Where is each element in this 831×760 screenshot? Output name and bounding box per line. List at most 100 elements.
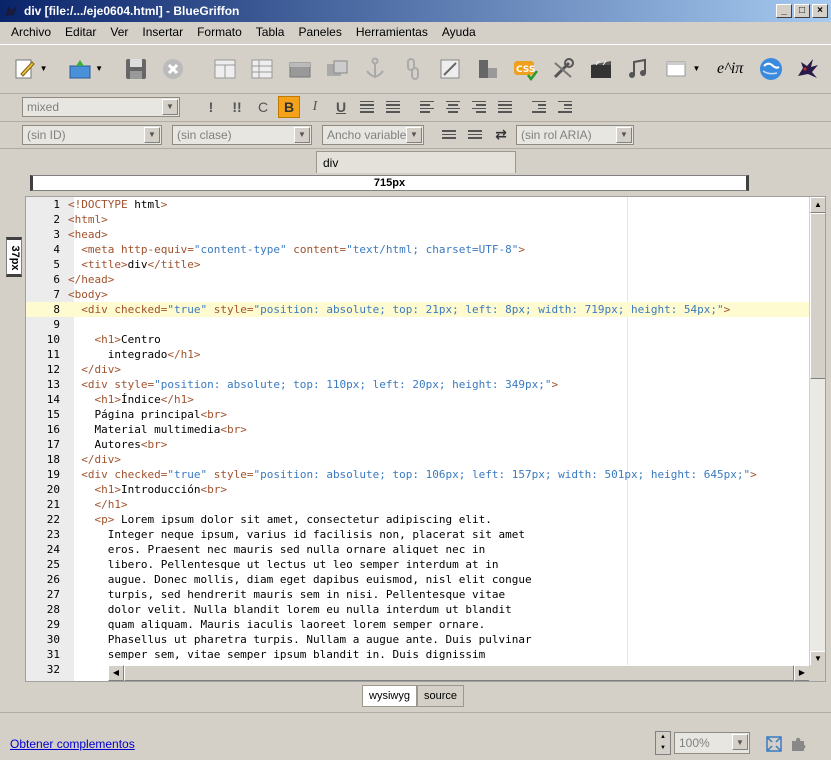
code-line[interactable]: 12 </div> bbox=[26, 362, 810, 377]
code-line[interactable]: 18 </div> bbox=[26, 452, 810, 467]
list-style-icon[interactable] bbox=[438, 124, 460, 146]
strong-button[interactable]: ! bbox=[200, 96, 222, 118]
edit-image-icon[interactable] bbox=[435, 54, 465, 84]
menu-tabla[interactable]: Tabla bbox=[249, 25, 292, 39]
math-icon[interactable]: e^iπ bbox=[712, 54, 747, 84]
get-addons-link[interactable]: Obtener complementos bbox=[10, 737, 135, 751]
code-line[interactable]: 26 augue. Donec mollis, diam eget dapibu… bbox=[26, 572, 810, 587]
class-select[interactable]: (sin clase) ▼ bbox=[172, 124, 312, 145]
griffon-icon[interactable] bbox=[793, 54, 823, 84]
code-line[interactable]: 15 Página principal<br> bbox=[26, 407, 810, 422]
source-editor[interactable]: 1 <!DOCTYPE html> 2 <html> 3 <head> 4 <meta ht… bbox=[25, 196, 826, 682]
link-icon[interactable] bbox=[398, 54, 428, 84]
code-line[interactable]: 30 Phasellus ut pharetra turpis. Nullam … bbox=[26, 632, 810, 647]
menu-editar[interactable]: Editar bbox=[58, 25, 103, 39]
fullscreen-icon[interactable] bbox=[765, 735, 783, 753]
tools-icon[interactable] bbox=[548, 54, 578, 84]
align-center-icon[interactable] bbox=[442, 96, 464, 118]
table-icon[interactable] bbox=[210, 54, 240, 84]
code-line[interactable]: 14 <h1>Índice</h1> bbox=[26, 392, 810, 407]
new-document-icon[interactable] bbox=[10, 54, 40, 84]
minimize-button[interactable]: _ bbox=[776, 4, 792, 18]
code-line[interactable]: 4 <meta http-equiv="content-type" conten… bbox=[26, 242, 810, 257]
indent-icon[interactable] bbox=[528, 96, 550, 118]
save-icon[interactable] bbox=[121, 54, 151, 84]
table-alt-icon[interactable] bbox=[248, 54, 278, 84]
code-line[interactable]: 23 Integer neque ipsum, varius id facili… bbox=[26, 527, 810, 542]
code-line[interactable]: 3 <head> bbox=[26, 227, 810, 242]
menu-archivo[interactable]: Archivo bbox=[4, 25, 58, 39]
code-line[interactable]: 10 <h1>Centro bbox=[26, 332, 810, 347]
align-justify-icon[interactable] bbox=[494, 96, 516, 118]
code-line[interactable]: 20 <h1>Introducción<br> bbox=[26, 482, 810, 497]
scroll-up-icon[interactable]: ▲ bbox=[810, 197, 825, 213]
anchor-icon[interactable] bbox=[360, 54, 390, 84]
code-line[interactable]: 6 </head> bbox=[26, 272, 810, 287]
code-button[interactable]: C bbox=[252, 96, 274, 118]
bullet-list-icon[interactable] bbox=[356, 96, 378, 118]
image-icon[interactable] bbox=[285, 54, 315, 84]
align-right-icon[interactable] bbox=[468, 96, 490, 118]
zoom-stepper[interactable]: ▲ ▼ bbox=[655, 731, 671, 755]
menu-paneles[interactable]: Paneles bbox=[291, 25, 348, 39]
code-area[interactable]: 1 <!DOCTYPE html> 2 <html> 3 <head> 4 <meta ht… bbox=[26, 197, 810, 681]
width-select[interactable]: Ancho variable ▼ bbox=[322, 124, 424, 145]
globe-icon[interactable] bbox=[756, 54, 786, 84]
code-line[interactable]: 27 turpis, sed hendrerit mauris sem in n… bbox=[26, 587, 810, 602]
puzzle-icon[interactable] bbox=[789, 735, 807, 753]
code-line[interactable]: 31 semper sem, vitae semper ipsum blandi… bbox=[26, 647, 810, 662]
code-line[interactable]: 16 Material multimedia<br> bbox=[26, 422, 810, 437]
vertical-scroll-thumb[interactable] bbox=[810, 213, 825, 379]
stop-icon[interactable] bbox=[159, 54, 189, 84]
code-line[interactable]: 11 integrado</h1> bbox=[26, 347, 810, 362]
swap-position-icon[interactable]: ⇄ bbox=[490, 124, 512, 146]
horizontal-scrollbar[interactable]: ◀ ▶ bbox=[108, 665, 810, 681]
list-style-alt-icon[interactable] bbox=[464, 124, 486, 146]
underline-button[interactable]: U bbox=[330, 96, 352, 118]
menu-formato[interactable]: Formato bbox=[190, 25, 249, 39]
form-icon[interactable] bbox=[323, 54, 353, 84]
code-line[interactable]: 9 bbox=[26, 317, 810, 332]
code-line[interactable]: 28 dolor velit. Nulla blandit lorem eu n… bbox=[26, 602, 810, 617]
scroll-left-icon[interactable]: ◀ bbox=[108, 665, 124, 681]
menu-ver[interactable]: Ver bbox=[103, 25, 135, 39]
tab-div[interactable]: div bbox=[316, 151, 516, 173]
close-button[interactable]: × bbox=[812, 4, 828, 18]
italic-button[interactable]: I bbox=[304, 96, 326, 118]
code-line[interactable]: 1 <!DOCTYPE html> bbox=[26, 197, 810, 212]
scroll-right-icon[interactable]: ▶ bbox=[794, 665, 810, 681]
css-icon[interactable]: CSS bbox=[511, 54, 541, 84]
code-line[interactable]: 22 <p> Lorem ipsum dolor sit amet, conse… bbox=[26, 512, 810, 527]
code-line[interactable]: 13 <div style="position: absolute; top: … bbox=[26, 377, 810, 392]
horizontal-scroll-thumb[interactable] bbox=[124, 665, 794, 681]
open-document-icon[interactable] bbox=[66, 54, 96, 84]
code-line[interactable]: 5 <title>div</title> bbox=[26, 257, 810, 272]
paragraph-format-select[interactable]: mixed ▼ bbox=[22, 96, 180, 117]
code-line[interactable]: 7 <body> bbox=[26, 287, 810, 302]
emphasis-button[interactable]: !! bbox=[226, 96, 248, 118]
code-line[interactable]: 25 libero. Pellentesque ut lectus ut leo… bbox=[26, 557, 810, 572]
align-left-icon[interactable] bbox=[416, 96, 438, 118]
aria-role-select[interactable]: (sin rol ARIA) ▼ bbox=[516, 124, 634, 145]
vertical-scrollbar[interactable]: ▲ ▼ bbox=[809, 197, 825, 667]
maximize-button[interactable]: □ bbox=[794, 4, 810, 18]
code-line[interactable]: 29 quam aliquam. Mauris iaculis laoreet … bbox=[26, 617, 810, 632]
code-line[interactable]: 21 </h1> bbox=[26, 497, 810, 512]
code-line[interactable]: 2 <html> bbox=[26, 212, 810, 227]
blocks-icon[interactable] bbox=[473, 54, 503, 84]
numbered-list-icon[interactable] bbox=[382, 96, 404, 118]
window-icon[interactable] bbox=[661, 54, 691, 84]
menu-ayuda[interactable]: Ayuda bbox=[435, 25, 483, 39]
code-line[interactable]: 24 eros. Praesent nec mauris sed nulla o… bbox=[26, 542, 810, 557]
wysiwyg-mode-button[interactable]: wysiwyg bbox=[362, 685, 417, 707]
outdent-icon[interactable] bbox=[554, 96, 576, 118]
code-line[interactable]: 17 Autores<br> bbox=[26, 437, 810, 452]
video-icon[interactable] bbox=[586, 54, 616, 84]
bold-button[interactable]: B bbox=[278, 95, 300, 118]
zoom-select[interactable]: 100% ▼ bbox=[674, 732, 750, 754]
menu-herramientas[interactable]: Herramientas bbox=[349, 25, 435, 39]
id-select[interactable]: (sin ID) ▼ bbox=[22, 124, 162, 145]
code-line[interactable]: 8 <div checked="true" style="position: a… bbox=[26, 302, 810, 317]
menu-insertar[interactable]: Insertar bbox=[135, 25, 190, 39]
source-mode-button[interactable]: source bbox=[416, 685, 464, 707]
